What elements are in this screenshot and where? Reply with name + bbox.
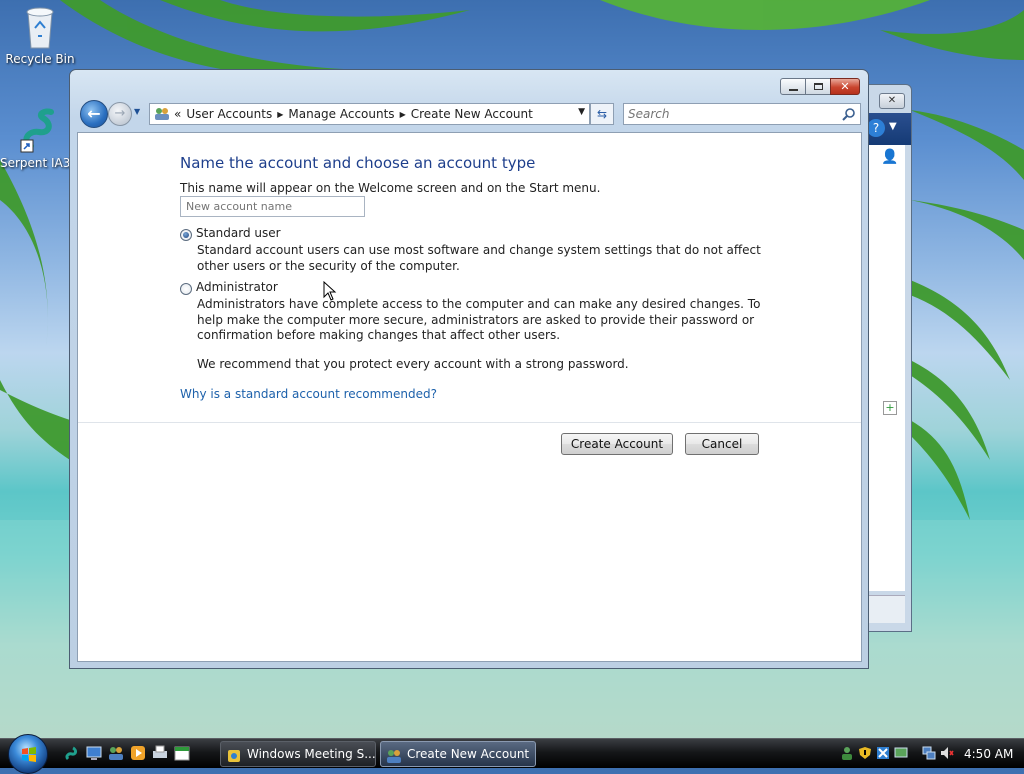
account-name-field[interactable] — [180, 196, 365, 217]
standard-account-help-link[interactable]: Why is a standard account recommended? — [180, 387, 437, 401]
breadcrumb-user-accounts[interactable]: User Accounts — [186, 107, 272, 121]
maximize-button[interactable] — [805, 78, 831, 95]
system-tray: 4:50 AM — [830, 739, 1024, 769]
cancel-button[interactable]: Cancel — [685, 433, 759, 455]
display-icon[interactable] — [894, 746, 908, 760]
recycle-bin-label: Recycle Bin — [5, 52, 75, 66]
help-icon[interactable]: ? — [867, 119, 885, 137]
standard-user-radio[interactable] — [180, 229, 192, 241]
new-item-icon[interactable]: + — [883, 401, 897, 415]
administrator-description: Administrators have complete access to t… — [197, 297, 761, 342]
standard-user-description: Standard account users can use most soft… — [197, 243, 761, 273]
taskbar-item-label: Windows Meeting S... — [247, 747, 376, 761]
search-input[interactable] — [624, 104, 834, 124]
meeting-space-icon — [227, 747, 241, 762]
refresh-button[interactable]: ⇆ — [590, 103, 614, 125]
taskbar: Windows Meeting S... Create New Account … — [0, 734, 1024, 774]
name-hint: This name will appear on the Welcome scr… — [180, 181, 601, 195]
network-icon[interactable] — [922, 746, 936, 760]
recycle-bin-desktop-icon[interactable]: Recycle Bin — [0, 2, 80, 66]
navigation-bar: ← → ▼ « User Accounts ▶ Manage Accounts … — [78, 100, 862, 128]
minimize-icon — [788, 88, 798, 91]
create-account-window: ✕ ← → ▼ « User Accounts ▶ Manage Account… — [69, 69, 869, 669]
divider — [78, 422, 861, 423]
breadcrumb-separator-icon[interactable]: ▶ — [400, 110, 406, 119]
back-button[interactable]: ← — [80, 100, 108, 128]
chevron-down-icon[interactable]: ▼ — [889, 121, 897, 132]
background-details-pane — [865, 595, 905, 623]
close-icon: ✕ — [840, 80, 850, 93]
page-title: Name the account and choose an account t… — [180, 154, 536, 172]
media-player-icon[interactable] — [130, 745, 146, 761]
recycle-bin-icon — [18, 2, 62, 50]
standard-user-label[interactable]: Standard user — [196, 226, 281, 240]
start-button[interactable] — [8, 734, 48, 774]
forward-button[interactable]: → — [108, 102, 132, 126]
window-controls: ✕ — [780, 78, 860, 95]
content-pane: Name the account and choose an account t… — [77, 132, 862, 662]
maximize-icon — [813, 83, 823, 90]
taskbar-item-meeting-space[interactable]: Windows Meeting S... — [220, 741, 376, 767]
search-box[interactable] — [623, 103, 861, 125]
printer-icon[interactable] — [152, 745, 168, 761]
administrator-radio[interactable] — [180, 283, 192, 295]
users-icon[interactable] — [108, 745, 124, 761]
address-dropdown-icon[interactable]: ▼ — [578, 107, 585, 117]
create-account-button[interactable]: Create Account — [561, 433, 673, 455]
background-panel: 👤 + — [865, 145, 905, 591]
serpent-icon[interactable] — [64, 745, 80, 761]
security-shield-icon[interactable] — [858, 746, 872, 760]
breadcrumb-create-new-account[interactable]: Create New Account — [411, 107, 533, 121]
address-overflow[interactable]: « — [174, 107, 181, 121]
mute-icon[interactable] — [876, 746, 890, 760]
clock[interactable]: 4:50 AM — [964, 739, 1013, 769]
add-user-icon[interactable]: 👤 — [881, 149, 898, 165]
mouse-cursor-icon — [323, 281, 337, 301]
windows-logo-icon — [22, 747, 36, 762]
forward-arrow-icon: → — [114, 106, 126, 121]
administrator-label[interactable]: Administrator — [196, 280, 278, 294]
calendar-icon[interactable] — [174, 745, 190, 761]
user-accounts-icon — [387, 747, 401, 763]
minimize-button[interactable] — [780, 78, 806, 95]
breadcrumb-manage-accounts[interactable]: Manage Accounts — [288, 107, 394, 121]
breadcrumb-separator-icon[interactable]: ▶ — [277, 110, 283, 119]
control-panel-icon — [154, 107, 170, 121]
serpent-icon — [17, 106, 61, 154]
password-recommendation: We recommend that you protect every acco… — [197, 357, 629, 371]
taskbar-item-create-new-account[interactable]: Create New Account — [380, 741, 536, 767]
taskbar-item-label: Create New Account — [407, 747, 530, 761]
search-icon[interactable] — [842, 107, 856, 124]
close-button[interactable]: ✕ — [830, 78, 860, 95]
network-people-icon[interactable] — [840, 746, 854, 760]
address-bar[interactable]: « User Accounts ▶ Manage Accounts ▶ Crea… — [149, 103, 590, 125]
serpent-desktop-icon[interactable]: Serpent IA32 — [0, 106, 79, 170]
background-close-button[interactable]: ✕ — [879, 93, 905, 109]
show-desktop-icon[interactable] — [86, 745, 102, 761]
volume-icon[interactable] — [940, 746, 954, 760]
serpent-label: Serpent IA32 — [0, 156, 79, 170]
recent-pages-button[interactable]: ▼ — [134, 107, 140, 116]
refresh-icon: ⇆ — [596, 107, 608, 121]
chevron-down-icon: ▼ — [134, 107, 141, 116]
back-arrow-icon: ← — [87, 104, 101, 123]
